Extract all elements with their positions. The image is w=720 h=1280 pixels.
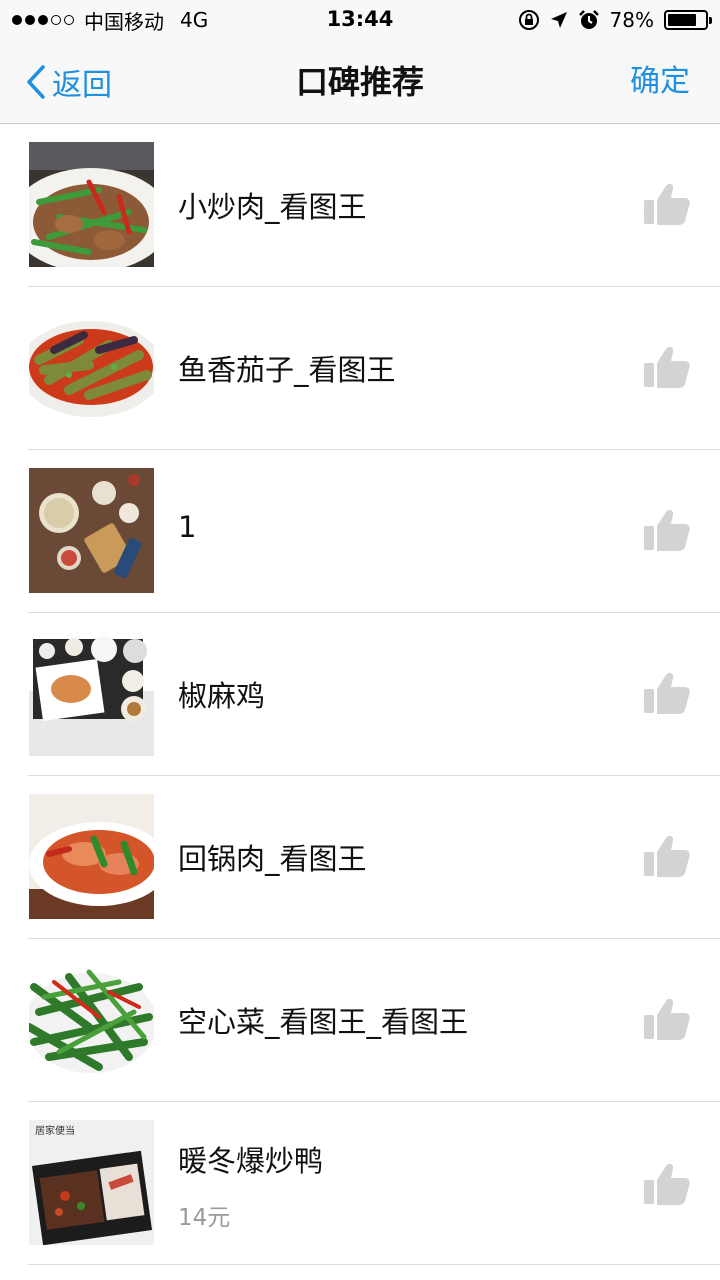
list-item[interactable]: 回锅肉_看图王 bbox=[28, 776, 720, 939]
battery-level bbox=[668, 14, 697, 26]
dish-name: 鱼香茄子_看图王 bbox=[178, 353, 396, 387]
dish-photo bbox=[29, 142, 154, 267]
thumb-logo-text: 居家便当 bbox=[35, 1124, 75, 1137]
dish-name: 空心菜_看图王_看图王 bbox=[178, 1005, 469, 1039]
thumbs-up-icon[interactable] bbox=[644, 834, 690, 878]
dish-name: 1 bbox=[178, 510, 197, 544]
confirm-button[interactable]: 确定 bbox=[630, 40, 690, 124]
battery-icon bbox=[664, 10, 712, 30]
status-right: 78% bbox=[518, 8, 712, 32]
list-item[interactable]: 空心菜_看图王_看图王 bbox=[28, 939, 720, 1102]
dish-name: 椒麻鸡 bbox=[178, 679, 266, 713]
dish-photo bbox=[29, 794, 154, 919]
dish-name: 回锅肉_看图王 bbox=[178, 842, 367, 876]
dish-name: 暖冬爆炒鸭 bbox=[178, 1144, 324, 1178]
thumbs-up-icon[interactable] bbox=[644, 182, 690, 226]
chevron-left-icon bbox=[27, 65, 45, 99]
dish-photo bbox=[29, 957, 154, 1082]
list-item[interactable]: 小炒肉_看图王 bbox=[28, 124, 720, 287]
thumbs-up-icon[interactable] bbox=[644, 997, 690, 1041]
list-item[interactable]: 居家便当 暖冬爆炒鸭 14元 bbox=[28, 1102, 720, 1265]
dish-price: 14元 bbox=[178, 1205, 231, 1231]
battery-percent: 78% bbox=[609, 8, 654, 32]
status-bar: 中国移动 4G 13:44 78% bbox=[0, 0, 720, 40]
navigation-bar: 返回 口碑推荐 确定 bbox=[0, 40, 720, 124]
orientation-lock-icon bbox=[518, 10, 539, 30]
thumbs-up-icon[interactable] bbox=[644, 345, 690, 389]
back-label: 返回 bbox=[52, 68, 112, 103]
list-item[interactable]: 鱼香茄子_看图王 bbox=[28, 287, 720, 450]
dish-photo bbox=[29, 631, 154, 756]
thumbs-up-icon[interactable] bbox=[644, 1162, 690, 1206]
list-item[interactable]: 1 bbox=[28, 450, 720, 613]
location-arrow-icon bbox=[550, 12, 567, 28]
recommendation-list: 小炒肉_看图王 鱼香茄子_看图王 1 椒麻鸡 回锅肉_看图王 空心菜_看图王_看… bbox=[0, 124, 720, 1265]
dish-name: 小炒肉_看图王 bbox=[178, 190, 367, 224]
back-button[interactable]: 返回 bbox=[26, 40, 112, 124]
alarm-clock-icon bbox=[578, 10, 599, 29]
dish-photo bbox=[29, 468, 154, 593]
dish-photo bbox=[29, 305, 154, 430]
list-item[interactable]: 椒麻鸡 bbox=[28, 613, 720, 776]
dish-photo: 居家便当 bbox=[29, 1120, 154, 1245]
thumbs-up-icon[interactable] bbox=[644, 671, 690, 715]
thumbs-up-icon[interactable] bbox=[644, 508, 690, 552]
